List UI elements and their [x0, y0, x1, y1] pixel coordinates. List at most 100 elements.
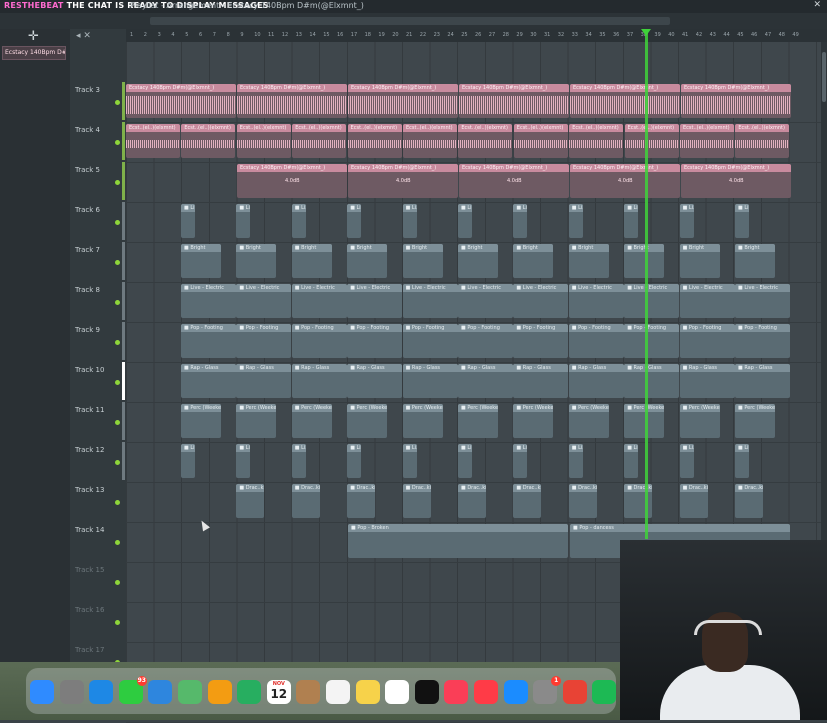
pattern-clip[interactable]: ■ Bright [291, 244, 332, 278]
pattern-clip[interactable]: ■ Pop - Footing [513, 324, 569, 358]
pattern-clip[interactable]: ■ Li.. [347, 204, 362, 238]
track-mute-led[interactable] [115, 580, 120, 585]
track-name[interactable]: Track 16 [75, 606, 115, 614]
pattern-clip[interactable]: ■ Drac..kick [347, 484, 376, 518]
tv-icon[interactable] [414, 680, 439, 704]
pattern-clip[interactable]: ■ Bright [735, 244, 775, 278]
pattern-clip[interactable]: ■ Bright [236, 244, 277, 278]
pattern-clip[interactable]: ■ Live - Electric [181, 284, 236, 318]
horizontal-scrollbar[interactable] [150, 17, 670, 25]
pattern-clip[interactable]: ■ Drac..kick [291, 484, 320, 518]
track-mute-led[interactable] [115, 420, 120, 425]
pattern-clip[interactable]: ■ Pop - Footing [735, 324, 790, 358]
track-name[interactable]: Track 12 [75, 446, 115, 454]
track-mute-led[interactable] [115, 620, 120, 625]
pattern-clip[interactable]: ■ Rap - Glass [347, 364, 403, 398]
calendar-icon[interactable]: NOV 12 [266, 680, 291, 704]
track-name[interactable]: Track 9 [75, 326, 115, 334]
pattern-clip[interactable]: ■ Rap - Glass [291, 364, 347, 398]
pattern-clip[interactable]: ■ Li.. [402, 204, 417, 238]
header-controls-icon[interactable]: ◂ ✕ [76, 31, 91, 41]
pattern-clip[interactable]: Ecst..(el..)(elxmnt) [624, 124, 679, 158]
track-name[interactable]: Track 11 [75, 406, 115, 414]
pattern-clip[interactable]: ■ Pop - Footing [291, 324, 347, 358]
pattern-clip[interactable]: Ecstacy 140Bpm D#m(@Elxmnt_) [681, 84, 791, 118]
messages-icon[interactable]: 93 [118, 676, 147, 704]
pattern-clip[interactable]: ■ Li.. [513, 204, 528, 238]
track-name[interactable]: Track 4 [75, 126, 115, 134]
pattern-clip[interactable]: ■ Pop - Footing [458, 324, 513, 358]
pattern-clip[interactable]: ■ Li.. [181, 204, 195, 238]
pattern-clip[interactable]: ■ Drac..kick [236, 484, 265, 518]
pattern-clip[interactable]: ■ Drac..kick [458, 484, 486, 518]
photos-icon[interactable] [207, 680, 232, 704]
pattern-clip[interactable]: ■ Rap - Glass [679, 364, 735, 398]
pattern-clip[interactable]: ■ Li.. [458, 204, 472, 238]
pattern-clip[interactable]: ■ Bright [568, 244, 609, 278]
pattern-clip[interactable]: ■ Perc (Weekend) [568, 404, 609, 438]
track-name[interactable]: Track 3 [75, 86, 115, 94]
track-name[interactable]: Track 17 [75, 646, 115, 654]
pattern-clip[interactable]: Ecst..(el..)(elxmnt) [569, 124, 624, 158]
freeform-icon[interactable] [385, 680, 410, 704]
pattern-clip[interactable]: ■ Li.. [735, 444, 749, 478]
pattern-clip[interactable]: Ecst..(el..)(elxmnt) [735, 124, 790, 158]
pattern-clip[interactable]: ■ Li.. [291, 444, 306, 478]
pattern-clip[interactable]: ■ Drac..kick [735, 484, 763, 518]
track-mute-led[interactable] [115, 380, 120, 385]
pattern-clip[interactable]: Ecst..(el..)(elxmnt) [181, 124, 236, 158]
pattern-clip[interactable]: ■ Li.. [236, 204, 251, 238]
scrollbar-thumb[interactable] [822, 52, 826, 102]
pattern-clip[interactable]: ■ Live - Electric [347, 284, 403, 318]
pattern-clip[interactable]: ■ Bright [679, 244, 720, 278]
pattern-clip[interactable]: ■ Li.. [568, 444, 583, 478]
pattern-clip[interactable]: ■ Drac..kick [568, 484, 597, 518]
pattern-clip[interactable]: Ecstacy 140Bpm D#m(@Elxmnt_) [126, 84, 236, 118]
pattern-clip[interactable]: ■ Rap - Glass [735, 364, 790, 398]
track-name[interactable]: Track 13 [75, 486, 115, 494]
pattern-clip[interactable]: ■ Drac..kick [402, 484, 431, 518]
track-name[interactable]: Track 5 [75, 166, 115, 174]
track-name[interactable]: Track 14 [75, 526, 115, 534]
pattern-clip[interactable]: ■ Li.. [236, 444, 251, 478]
track-name[interactable]: Track 15 [75, 566, 115, 574]
pattern-clip[interactable]: ■ Bright [458, 244, 498, 278]
pattern-clip[interactable]: ■ Rap - Glass [513, 364, 569, 398]
contacts-icon[interactable] [296, 680, 321, 704]
pattern-clip[interactable]: ■ Perc (Weekend) [458, 404, 498, 438]
track-name[interactable]: Track 6 [75, 206, 115, 214]
pattern-clip[interactable]: ■ Pop - Footing [679, 324, 735, 358]
pattern-clip[interactable]: ■ Live - Electric [236, 284, 292, 318]
track-mute-led[interactable] [115, 340, 120, 345]
pattern-clip[interactable]: ■ Rap - Glass [402, 364, 458, 398]
pattern-clip[interactable]: ■ Live - Electric [291, 284, 347, 318]
pattern-clip[interactable]: ■ Pop - Footing [402, 324, 458, 358]
pattern-clip[interactable]: ■ Perc (Weekend) [181, 404, 221, 438]
news-icon[interactable] [474, 680, 498, 704]
track-mute-led[interactable] [115, 220, 120, 225]
track-mute-led[interactable] [115, 260, 120, 265]
pattern-clip[interactable]: ■ Pop - Broken [348, 524, 568, 558]
pattern-clip[interactable]: Ecstacy 140Bpm D#m(@Elxmnt_) 4.0dB [681, 164, 791, 198]
maps-icon[interactable] [178, 680, 202, 704]
pattern-clip[interactable]: Ecst..(el..)(elxmnt) [347, 124, 402, 158]
track-mute-led[interactable] [115, 500, 120, 505]
track-mute-led[interactable] [115, 140, 120, 145]
pattern-selector[interactable]: Ecstacy 140Bpm D#... [2, 46, 66, 60]
pattern-clip[interactable]: ■ Bright [513, 244, 554, 278]
mail-icon[interactable] [148, 680, 173, 704]
close-icon[interactable]: ✕ [813, 0, 821, 10]
pattern-clip[interactable]: ■ Perc (Weekend) [291, 404, 332, 438]
facetime-icon[interactable] [237, 680, 262, 704]
launchpad-icon[interactable] [59, 680, 84, 704]
pattern-clip[interactable]: ■ Rap - Glass [624, 364, 680, 398]
spotify-icon[interactable] [592, 680, 617, 704]
pattern-clip[interactable]: ■ Bright [347, 244, 388, 278]
pattern-clip[interactable]: ■ Li.. [624, 444, 639, 478]
pattern-clip[interactable]: Ecstacy 140Bpm D#m(@Elxmnt_) [570, 84, 680, 118]
pattern-clip[interactable]: Ecstacy 140Bpm D#m(@Elxmnt_) 4.0dB [348, 164, 458, 198]
pattern-clip[interactable]: ■ Perc (Weekend) [735, 404, 775, 438]
pattern-clip[interactable]: ■ Perc (Weekend) [347, 404, 388, 438]
pattern-clip[interactable]: ■ Live - Electric [568, 284, 624, 318]
pattern-clip[interactable]: Ecstacy 140Bpm D#m(@Elxmnt_) 4.0dB [237, 164, 347, 198]
